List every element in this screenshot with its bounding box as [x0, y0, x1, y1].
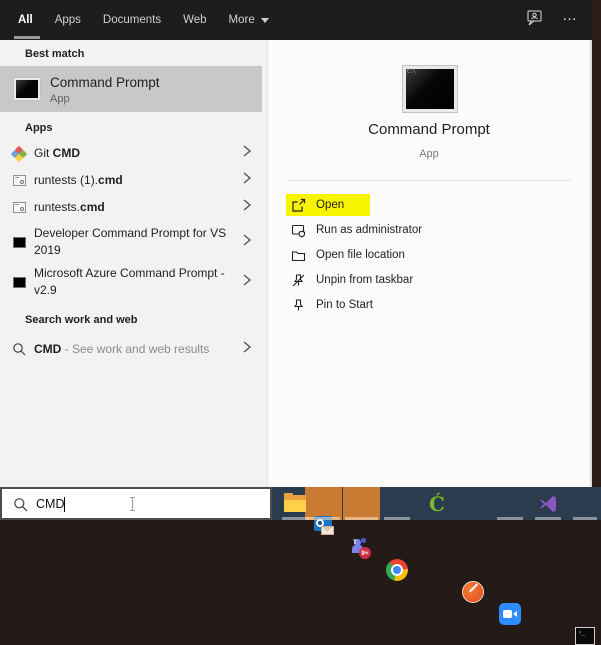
- open-window-icon: [290, 197, 306, 213]
- zoom-icon[interactable]: [499, 603, 521, 625]
- search-icon: [12, 342, 26, 356]
- command-prompt-icon: [13, 237, 26, 248]
- teams-notification-badge: 9+: [359, 547, 371, 559]
- search-results-panel: Best match Command Prompt App Apps Git C…: [0, 40, 268, 487]
- file-explorer-icon[interactable]: [284, 493, 306, 515]
- result-web-search-cmd[interactable]: CMD - See work and web results: [0, 334, 268, 364]
- action-label: Open: [316, 199, 344, 211]
- green-c-app-icon[interactable]: Ć: [426, 493, 448, 515]
- command-prompt-icon: [13, 277, 26, 288]
- active-tab-underline: [14, 36, 40, 39]
- text-caret: [64, 497, 65, 512]
- script-file-icon: [13, 175, 26, 186]
- best-match-title: Command Prompt: [50, 75, 160, 90]
- git-icon: [12, 147, 26, 161]
- search-web-section-header: Search work and web: [25, 314, 137, 326]
- result-azure-command-prompt[interactable]: Microsoft Azure Command Prompt - v2.9: [0, 262, 268, 302]
- chevron-right-icon[interactable]: [242, 340, 252, 359]
- command-prompt-icon: [14, 78, 40, 100]
- teams-icon[interactable]: T 9+: [351, 537, 373, 559]
- preview-panel: C:\ Command Prompt App Open Run as admin…: [268, 40, 592, 487]
- result-developer-command-prompt[interactable]: Developer Command Prompt for VS 2019: [0, 222, 268, 262]
- feedback-icon[interactable]: [526, 9, 544, 32]
- command-prompt-icon-label: C:\: [407, 69, 416, 75]
- taskbar-search-input[interactable]: CMD: [0, 487, 272, 520]
- divider: [288, 180, 572, 181]
- action-unpin-from-taskbar[interactable]: Unpin from taskbar: [290, 269, 570, 291]
- search-header: All Apps Documents Web More …: [0, 0, 592, 40]
- action-label: Open file location: [316, 249, 405, 261]
- result-match-text: cmd: [98, 173, 123, 187]
- action-open-file-location[interactable]: Open file location: [290, 244, 570, 266]
- action-label: Pin to Start: [316, 299, 373, 311]
- action-open[interactable]: Open: [290, 194, 570, 216]
- pin-icon: [290, 297, 306, 313]
- search-filter-tabs: All Apps Documents Web More: [18, 0, 291, 40]
- teams-attention-flash: [343, 487, 380, 520]
- result-runtests-cmd[interactable]: runtests.cmd: [0, 194, 268, 221]
- preview-title: Command Prompt: [268, 121, 590, 138]
- command-prompt-taskbar-icon[interactable]: ›_: [575, 627, 595, 645]
- chevron-right-icon[interactable]: [242, 273, 252, 292]
- chevron-right-icon[interactable]: [242, 171, 252, 190]
- preview-subtitle: App: [268, 148, 590, 160]
- tab-all[interactable]: All: [18, 14, 33, 26]
- command-prompt-icon-large: C:\: [403, 66, 457, 112]
- action-pin-to-start[interactable]: Pin to Start: [290, 294, 570, 316]
- result-runtests-1-cmd[interactable]: runtests (1).cmd: [0, 167, 268, 194]
- chrome-icon[interactable]: [386, 559, 408, 581]
- tab-more-label: More: [229, 14, 255, 26]
- result-match-text: CMD: [53, 146, 80, 160]
- tab-documents[interactable]: Documents: [103, 14, 161, 26]
- windows-search-flyout: All Apps Documents Web More … Best match: [0, 0, 601, 520]
- unpin-icon: [290, 272, 306, 288]
- admin-shield-icon: [290, 222, 306, 238]
- tab-apps[interactable]: Apps: [55, 14, 81, 26]
- result-text: Git: [34, 146, 53, 160]
- result-match-text: cmd: [80, 200, 105, 214]
- tab-web[interactable]: Web: [183, 14, 206, 26]
- action-label: Unpin from taskbar: [316, 274, 413, 286]
- search-icon: [13, 497, 28, 517]
- best-match-result-command-prompt[interactable]: Command Prompt App: [0, 66, 262, 112]
- result-text: runtests.: [34, 200, 80, 214]
- best-match-subtitle: App: [50, 93, 70, 105]
- action-label: Run as administrator: [316, 224, 422, 236]
- chevron-right-icon[interactable]: [242, 233, 252, 252]
- best-match-header: Best match: [25, 48, 84, 60]
- visual-studio-icon[interactable]: [537, 493, 559, 515]
- chevron-right-icon[interactable]: [242, 144, 252, 163]
- apps-section-header: Apps: [25, 122, 53, 134]
- result-text: Developer Command Prompt for VS 2019: [34, 225, 232, 259]
- search-input-value: CMD: [36, 497, 64, 511]
- tab-more[interactable]: More: [229, 14, 269, 26]
- result-git-cmd[interactable]: Git CMD: [0, 140, 268, 167]
- result-match-text: CMD: [34, 342, 61, 356]
- options-ellipsis-button[interactable]: …: [562, 11, 578, 29]
- result-text: runtests (1).: [34, 173, 98, 187]
- folder-icon: [290, 247, 306, 263]
- result-text: Microsoft Azure Command Prompt - v2.9: [34, 265, 232, 299]
- chevron-down-icon: [261, 18, 269, 23]
- chevron-right-icon[interactable]: [242, 198, 252, 217]
- result-text: - See work and web results: [61, 342, 209, 356]
- script-file-icon: [13, 202, 26, 213]
- action-run-as-administrator[interactable]: Run as administrator: [290, 219, 570, 241]
- desktop-background-strip: [592, 0, 601, 487]
- taskbar: T 9+ Ć ›_: [272, 487, 601, 520]
- pen-tool-app-icon[interactable]: [462, 581, 484, 603]
- ibeam-mouse-cursor: [128, 496, 137, 517]
